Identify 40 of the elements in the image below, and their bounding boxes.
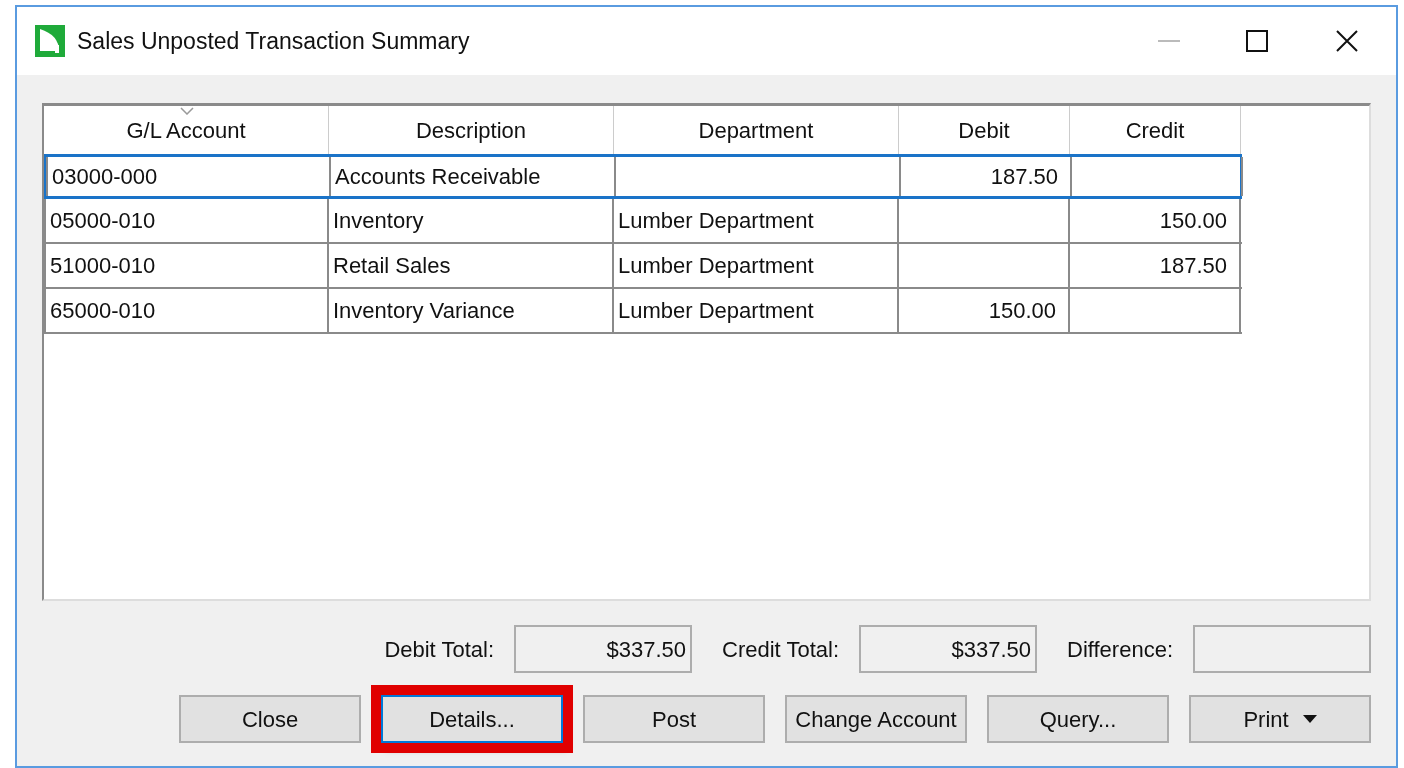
dialog-button[interactable]: Change Account bbox=[785, 695, 967, 743]
table-row[interactable]: 51000-010 Retail Sales Lumber Department 187.50 bbox=[44, 244, 1242, 289]
total-field[interactable]: $337.50 bbox=[514, 625, 693, 673]
table-cell-text: Retail Sales bbox=[333, 252, 451, 280]
total-field[interactable] bbox=[1193, 625, 1371, 673]
caret-icon bbox=[1302, 715, 1317, 723]
table-cell-text: 187.50 bbox=[990, 163, 1058, 191]
table-cell-text: 51000-010 bbox=[50, 252, 156, 280]
maximize-icon[interactable] bbox=[1246, 30, 1268, 52]
window-title: Sales Unposted Transaction Summary bbox=[77, 26, 470, 56]
total-label: Debit Total: bbox=[384, 635, 495, 664]
table-cell-text: 65000-010 bbox=[50, 297, 156, 325]
dialog-button[interactable]: Query... bbox=[987, 695, 1169, 743]
dialog-button[interactable]: Close bbox=[179, 695, 361, 743]
total-field[interactable]: $337.50 bbox=[859, 625, 1037, 673]
total-label: Credit Total: bbox=[722, 635, 839, 664]
table-cell-text: Lumber Department bbox=[618, 297, 814, 325]
table-cell-text: 150.00 bbox=[1159, 207, 1227, 235]
table-row[interactable]: 03000-000 Accounts Receivable 187.50 bbox=[44, 154, 1242, 199]
close-icon[interactable] bbox=[1336, 30, 1358, 52]
dialog-button[interactable]: Post bbox=[583, 695, 765, 743]
column-header[interactable]: Debit bbox=[899, 106, 1070, 154]
table-cell-text: 150.00 bbox=[988, 297, 1056, 325]
total-label: Difference: bbox=[1067, 635, 1173, 664]
table-cell-text: 03000-000 bbox=[52, 163, 158, 191]
table-cell-text: Accounts Receivable bbox=[335, 163, 541, 191]
table-cell-text: 187.50 bbox=[1159, 252, 1227, 280]
app-icon bbox=[35, 25, 65, 57]
column-header[interactable]: Credit bbox=[1070, 106, 1241, 154]
table-cell-text: 05000-010 bbox=[50, 207, 156, 235]
table-cell-text: Lumber Department bbox=[618, 252, 814, 280]
table-row[interactable]: 65000-010 Inventory Variance Lumber Department 150.00 bbox=[44, 289, 1242, 334]
table-cell-text: Lumber Department bbox=[618, 207, 814, 235]
column-header[interactable]: Description bbox=[329, 106, 614, 154]
print-dropdown-button[interactable]: Print bbox=[1189, 695, 1371, 743]
table-cell-text: Inventory bbox=[333, 207, 424, 235]
table-cell-text: Inventory Variance bbox=[333, 297, 515, 325]
column-header[interactable]: G/L Account bbox=[44, 106, 329, 154]
table-row[interactable]: 05000-010 Inventory Lumber Department 150.00 bbox=[44, 199, 1242, 244]
column-header[interactable]: Department bbox=[614, 106, 899, 154]
